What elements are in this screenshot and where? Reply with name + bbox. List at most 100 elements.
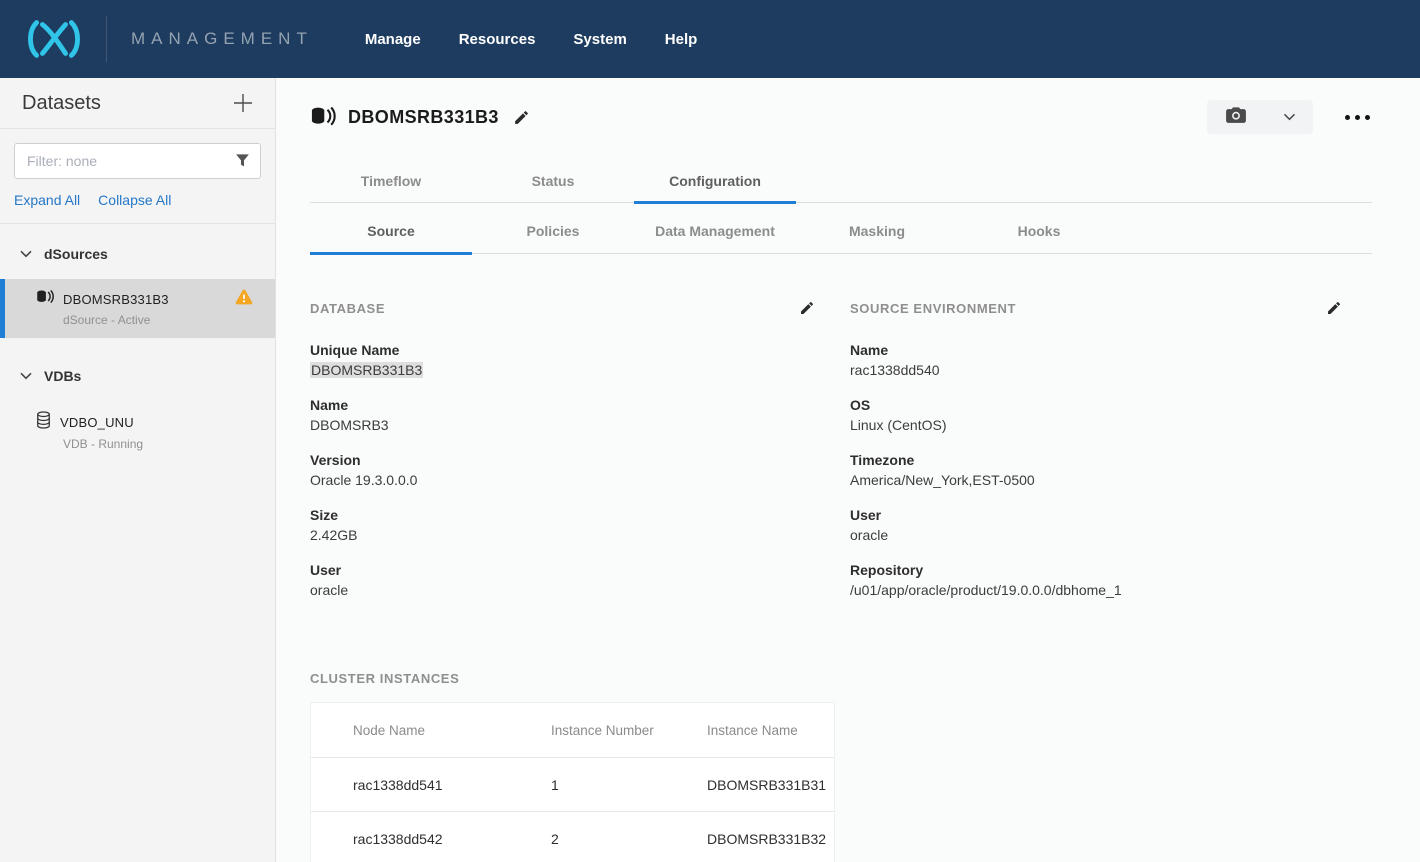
field-value: Oracle 19.3.0.0.0 bbox=[310, 471, 815, 490]
cell-instance-name: DBOMSRB331B31 bbox=[665, 777, 834, 793]
field-value: America/New_York,EST-0500 bbox=[850, 471, 1342, 490]
field-label: Name bbox=[850, 341, 1342, 360]
sidebar-item-vdbo-unu[interactable]: VDBO_UNU VDB - Running bbox=[0, 401, 275, 462]
dsource-icon bbox=[36, 290, 54, 310]
secondary-tabs: Source Policies Data Management Masking … bbox=[310, 203, 1372, 254]
sidebar-item-dbomsrb331b3[interactable]: DBOMSRB331B3 dSource - Active bbox=[0, 279, 275, 338]
funnel-icon[interactable] bbox=[235, 153, 250, 173]
database-heading: DATABASE bbox=[310, 301, 385, 316]
field-version: Version Oracle 19.3.0.0.0 bbox=[310, 451, 815, 490]
field-value: oracle bbox=[310, 581, 815, 600]
nav-manage[interactable]: Manage bbox=[365, 31, 421, 48]
cell-node-name: rac1338dd542 bbox=[311, 831, 509, 847]
delphix-logo[interactable] bbox=[26, 18, 82, 60]
field-label: OS bbox=[850, 396, 1342, 415]
field-name: Name DBOMSRB3 bbox=[310, 396, 815, 435]
sidebar-header: Datasets bbox=[0, 78, 275, 129]
detail-columns: DATABASE Unique Name DBOMSRB331B3 Name bbox=[310, 300, 1372, 616]
collapse-all-link[interactable]: Collapse All bbox=[98, 192, 171, 208]
table-row: rac1338dd542 2 DBOMSRB331B32 bbox=[311, 811, 834, 862]
edit-database-button[interactable] bbox=[799, 300, 815, 316]
tab-source[interactable]: Source bbox=[310, 203, 472, 253]
snapshot-button[interactable] bbox=[1207, 100, 1313, 134]
nav-resources[interactable]: Resources bbox=[459, 31, 536, 48]
top-bar: MANAGEMENT Manage Resources System Help bbox=[0, 0, 1420, 78]
tab-hooks[interactable]: Hooks bbox=[958, 203, 1120, 253]
field-label: Name bbox=[310, 396, 815, 415]
column-header-instance-name: Instance Name bbox=[665, 723, 834, 738]
column-header-instance-number: Instance Number bbox=[509, 723, 665, 738]
tab-status[interactable]: Status bbox=[472, 162, 634, 202]
field-value: Linux (CentOS) bbox=[850, 416, 1342, 435]
brand-divider bbox=[106, 16, 107, 62]
sidebar-title: Datasets bbox=[22, 92, 101, 115]
main-content: DBOMSRB331B3 bbox=[276, 78, 1420, 862]
field-repository: Repository /u01/app/oracle/product/19.0.… bbox=[850, 561, 1342, 600]
primary-tabs: Timeflow Status Configuration bbox=[310, 162, 1372, 203]
dataset-status: VDB - Running bbox=[63, 437, 259, 451]
warning-triangle-icon bbox=[235, 289, 253, 310]
edit-title-button[interactable] bbox=[513, 109, 530, 126]
database-section: DATABASE Unique Name DBOMSRB331B3 Name bbox=[310, 300, 815, 616]
filter-input[interactable] bbox=[14, 143, 261, 179]
field-label: Version bbox=[310, 451, 815, 470]
filter-row bbox=[14, 143, 261, 179]
dataset-status: dSource - Active bbox=[63, 313, 259, 327]
nav-help[interactable]: Help bbox=[665, 31, 698, 48]
field-value: 2.42GB bbox=[310, 526, 815, 545]
title-actions bbox=[1207, 100, 1372, 134]
top-nav: Manage Resources System Help bbox=[365, 31, 697, 48]
datasets-tree: dSources DBOMSRB331B3 bbox=[0, 224, 275, 462]
nav-system[interactable]: System bbox=[573, 31, 626, 48]
add-dataset-button[interactable] bbox=[231, 91, 255, 115]
field-timezone: Timezone America/New_York,EST-0500 bbox=[850, 451, 1342, 490]
field-user: User oracle bbox=[310, 561, 815, 600]
brand-label: MANAGEMENT bbox=[131, 29, 313, 49]
tab-masking[interactable]: Masking bbox=[796, 203, 958, 253]
datasets-sidebar: Datasets Expand All Collapse All bbox=[0, 78, 276, 862]
field-env-user: User oracle bbox=[850, 506, 1342, 545]
tab-configuration[interactable]: Configuration bbox=[634, 162, 796, 202]
tab-policies[interactable]: Policies bbox=[472, 203, 634, 253]
page-title: DBOMSRB331B3 bbox=[348, 107, 499, 128]
selected-indicator bbox=[0, 279, 5, 338]
camera-icon bbox=[1225, 106, 1247, 129]
chevron-down-icon bbox=[20, 245, 32, 263]
tree-group-vdbs[interactable]: VDBs bbox=[0, 352, 275, 397]
tree-group-dsources[interactable]: dSources bbox=[0, 230, 275, 275]
edit-source-environment-button[interactable] bbox=[1326, 300, 1342, 316]
title-row: DBOMSRB331B3 bbox=[310, 100, 1372, 134]
cell-instance-number: 2 bbox=[509, 831, 665, 847]
chevron-down-icon bbox=[20, 367, 32, 385]
field-label: Size bbox=[310, 506, 815, 525]
field-value: /u01/app/oracle/product/19.0.0.0/dbhome_… bbox=[850, 581, 1342, 600]
dataset-name: VDBO_UNU bbox=[60, 415, 134, 430]
field-unique-name: Unique Name DBOMSRB331B3 bbox=[310, 341, 815, 380]
tree-controls: Expand All Collapse All bbox=[14, 192, 261, 208]
cell-instance-number: 1 bbox=[509, 777, 665, 793]
more-actions-button[interactable] bbox=[1343, 109, 1372, 126]
field-value: DBOMSRB3 bbox=[310, 416, 815, 435]
table-row: rac1338dd541 1 DBOMSRB331B31 bbox=[311, 757, 834, 811]
cell-node-name: rac1338dd541 bbox=[311, 777, 509, 793]
field-size: Size 2.42GB bbox=[310, 506, 815, 545]
field-os: OS Linux (CentOS) bbox=[850, 396, 1342, 435]
table-header-row: Node Name Instance Number Instance Name bbox=[311, 703, 834, 757]
field-label: Repository bbox=[850, 561, 1342, 580]
cluster-instances-section: CLUSTER INSTANCES Node Name Instance Num… bbox=[310, 670, 1372, 862]
tab-data-management[interactable]: Data Management bbox=[634, 203, 796, 253]
field-label: Timezone bbox=[850, 451, 1342, 470]
chevron-down-icon[interactable] bbox=[1283, 108, 1296, 126]
field-value: oracle bbox=[850, 526, 1342, 545]
expand-all-link[interactable]: Expand All bbox=[14, 192, 80, 208]
source-environment-section: SOURCE ENVIRONMENT Name rac1338dd540 OS bbox=[850, 300, 1372, 616]
field-label: User bbox=[310, 561, 815, 580]
tab-timeflow[interactable]: Timeflow bbox=[310, 162, 472, 202]
field-value: DBOMSRB331B3 bbox=[310, 362, 423, 378]
dataset-name: DBOMSRB331B3 bbox=[63, 292, 169, 307]
cell-instance-name: DBOMSRB331B32 bbox=[665, 831, 834, 847]
cluster-instances-heading: CLUSTER INSTANCES bbox=[310, 671, 459, 686]
field-label: User bbox=[850, 506, 1342, 525]
dsource-icon bbox=[310, 107, 336, 128]
database-icon bbox=[36, 411, 51, 434]
